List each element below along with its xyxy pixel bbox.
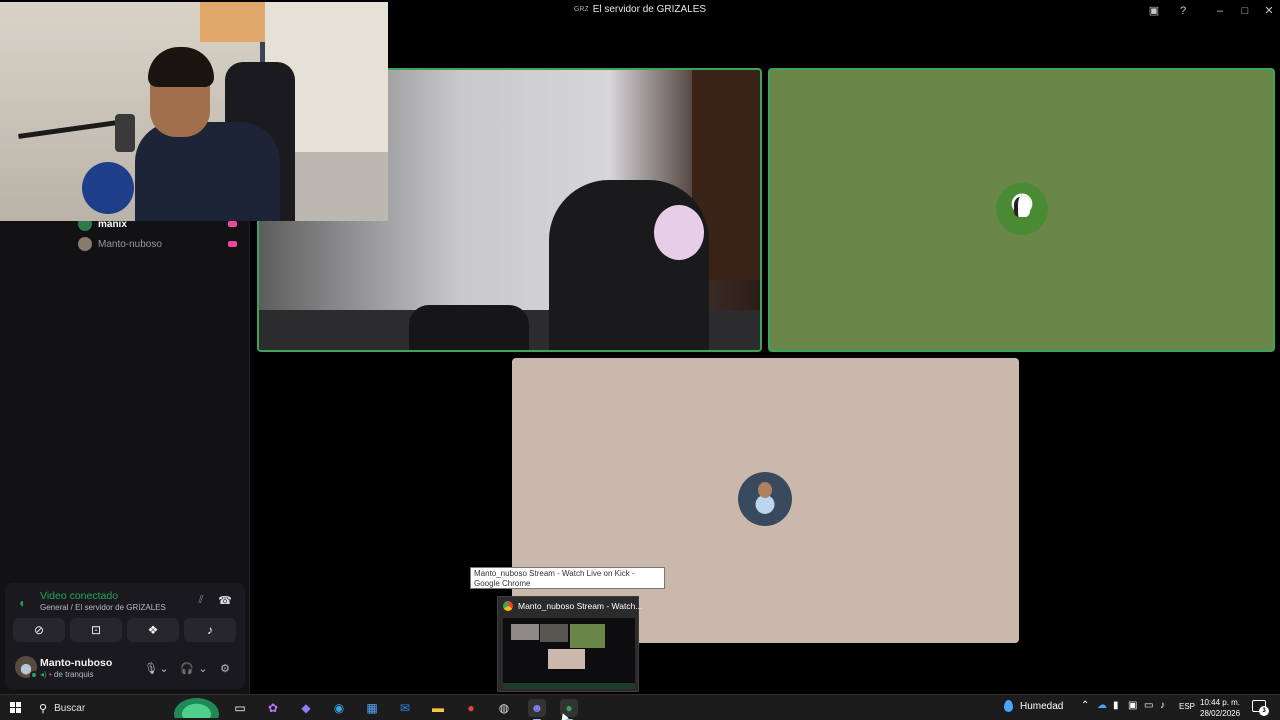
soundboard-button[interactable]: ♪ bbox=[184, 618, 236, 642]
settings-gear-icon[interactable]: ⚙ bbox=[217, 661, 233, 677]
chrome-icon bbox=[503, 601, 513, 611]
thumb-tile bbox=[511, 624, 539, 640]
microphone-icon[interactable]: 🎙 bbox=[144, 661, 158, 677]
screen-share-icon: ⊡ bbox=[90, 623, 102, 637]
preview-title: Manto_nuboso Stream - Watch... bbox=[518, 601, 643, 611]
avatar bbox=[78, 237, 92, 251]
microphone-tray-icon[interactable]: ▮ bbox=[1113, 700, 1119, 711]
visual-studio-icon[interactable]: ◆ bbox=[297, 699, 315, 717]
webcam-bed bbox=[295, 152, 388, 221]
search-highlight-icon bbox=[174, 698, 219, 718]
snoopy-avatar bbox=[996, 183, 1048, 235]
webcam-microphone bbox=[115, 114, 135, 152]
taskbar-tooltip: Manto_nuboso Stream - Watch Live on Kick… bbox=[470, 567, 665, 589]
screen-share-button[interactable]: ⊡ bbox=[70, 618, 122, 642]
system-clock[interactable]: 10:44 p. m. 28/02/2026 bbox=[1200, 697, 1240, 719]
activity-icon: • bbox=[48, 670, 52, 679]
webcam-fan bbox=[82, 162, 134, 214]
webcam-body bbox=[135, 122, 280, 221]
live-icon bbox=[228, 241, 237, 247]
headphones-icon[interactable]: 🎧 bbox=[180, 661, 194, 677]
audio-options-chevron-icon[interactable]: ⌄ bbox=[198, 661, 208, 677]
file-explorer-icon[interactable]: ▬ bbox=[429, 699, 447, 717]
user-avatar[interactable] bbox=[15, 656, 38, 679]
camera-off-button[interactable]: ⊘ bbox=[13, 618, 65, 642]
thumb-bar bbox=[503, 683, 635, 689]
disconnect-icon[interactable]: ☎ bbox=[218, 594, 232, 608]
webcam-orange-wall bbox=[200, 2, 265, 42]
task-view-icon[interactable]: ▭ bbox=[231, 699, 249, 717]
manto-nuboso-avatar bbox=[738, 472, 792, 526]
minimize-icon[interactable]: – bbox=[1212, 3, 1228, 19]
humidity-icon bbox=[1004, 700, 1013, 712]
obs-icon[interactable]: ◍ bbox=[495, 699, 513, 717]
thumb-tile bbox=[540, 624, 568, 642]
soundboard-icon: ♪ bbox=[207, 623, 213, 637]
input-language[interactable]: ESP bbox=[1179, 702, 1195, 711]
screen: GRZ El servidor de GRIZALES ▣ ? – □ ✕ man… bbox=[0, 0, 1280, 720]
speaking-icon: ◂) bbox=[40, 670, 47, 679]
user-status: ◂) • de tranquis bbox=[40, 670, 94, 679]
user-name[interactable]: Manto-nuboso bbox=[40, 657, 112, 669]
help-icon[interactable]: ? bbox=[1175, 3, 1191, 19]
webcam-overlay bbox=[0, 2, 388, 221]
snoopy-figure bbox=[1014, 197, 1030, 217]
edge-icon[interactable]: ◉ bbox=[330, 699, 348, 717]
close-icon[interactable]: ✕ bbox=[1261, 3, 1277, 19]
video-tile-snoopy[interactable] bbox=[768, 68, 1275, 352]
voice-connection-panel: ◖ Video conectado General / El servidor … bbox=[5, 583, 245, 689]
camera-scene-bag bbox=[409, 305, 529, 350]
live-icon bbox=[228, 221, 237, 227]
avatar-face bbox=[758, 482, 772, 498]
connection-status[interactable]: Video conectado bbox=[40, 590, 118, 602]
maximize-icon[interactable]: □ bbox=[1237, 3, 1253, 19]
chrome-icon[interactable]: ● bbox=[462, 699, 480, 717]
thumb-tile bbox=[548, 649, 585, 669]
online-status-dot bbox=[30, 671, 38, 679]
connection-signal-icon: ◖ bbox=[18, 596, 26, 610]
search-placeholder: Buscar bbox=[54, 702, 86, 714]
notification-badge: 3 bbox=[1259, 706, 1269, 716]
connection-channel[interactable]: General / El servidor de GRIZALES bbox=[40, 603, 166, 612]
preview-thumbnail[interactable] bbox=[503, 618, 635, 689]
display-icon[interactable]: ▣ bbox=[1128, 700, 1137, 711]
activities-icon: ❖ bbox=[147, 623, 159, 637]
thumb-tile bbox=[570, 624, 605, 648]
outlook-icon[interactable]: ✉ bbox=[396, 699, 414, 717]
inbox-icon[interactable]: ▣ bbox=[1146, 3, 1162, 19]
notification-center-icon[interactable]: 3 bbox=[1252, 700, 1269, 716]
camera-off-icon: ⊘ bbox=[33, 623, 45, 637]
clock-time: 10:44 p. m. bbox=[1200, 698, 1241, 707]
server-icon: GRZ bbox=[573, 6, 589, 13]
windows-start-icon[interactable] bbox=[10, 702, 22, 714]
voice-member-manto-nuboso[interactable]: Manto-nuboso bbox=[78, 235, 237, 253]
clock-date: 28/02/2026 bbox=[1200, 709, 1241, 718]
windows-taskbar: ⚲ Buscar ▭ ✿ ◆ ◉ ▦ ✉ ▬ ● ◍ ☻ ● Humedad ⌃… bbox=[0, 694, 1280, 720]
noise-suppression-icon[interactable]: ⫽ bbox=[194, 594, 208, 608]
taskbar-search[interactable]: ⚲ Buscar bbox=[32, 697, 222, 719]
microsoft-store-icon[interactable]: ▦ bbox=[363, 699, 381, 717]
volume-icon[interactable]: ♪ bbox=[1160, 700, 1165, 711]
search-icon: ⚲ bbox=[39, 702, 48, 715]
onedrive-icon[interactable]: ☁ bbox=[1097, 700, 1107, 711]
copilot-icon[interactable]: ✿ bbox=[264, 699, 282, 717]
weather-widget[interactable]: Humedad bbox=[1004, 700, 1063, 712]
network-icon[interactable]: ▭ bbox=[1144, 700, 1153, 711]
member-name: Manto-nuboso bbox=[98, 238, 162, 250]
discord-icon[interactable]: ☻ bbox=[528, 699, 546, 720]
activities-button[interactable]: ❖ bbox=[127, 618, 179, 642]
tray-chevron-icon[interactable]: ⌃ bbox=[1081, 700, 1089, 711]
taskbar-window-preview[interactable]: Manto_nuboso Stream - Watch... bbox=[497, 596, 643, 692]
camera-scene-headphones bbox=[654, 205, 704, 260]
mic-options-chevron-icon[interactable]: ⌄ bbox=[159, 661, 169, 677]
